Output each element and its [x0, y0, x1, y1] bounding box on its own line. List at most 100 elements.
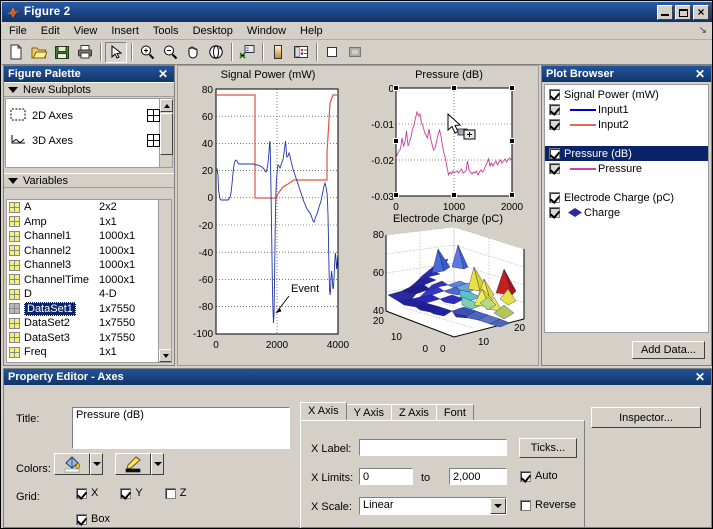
box-checkbox-row[interactable]: Box: [76, 513, 110, 525]
plot-item-charge[interactable]: Charge: [545, 205, 708, 220]
edge-color-control[interactable]: [115, 453, 164, 475]
resize-handle-w[interactable]: [393, 138, 399, 144]
visibility-checkbox[interactable]: [549, 104, 560, 115]
list-item-selected[interactable]: DataSet1 1x7550: [7, 301, 157, 317]
x-limit-max-input[interactable]: [449, 468, 507, 485]
visibility-checkbox[interactable]: [549, 119, 560, 130]
visibility-checkbox[interactable]: [549, 192, 560, 203]
section-new-subplots[interactable]: New Subplots: [4, 82, 174, 97]
pan-hand-icon[interactable]: [182, 42, 204, 63]
resize-handle-n[interactable]: [451, 85, 457, 91]
list-item[interactable]: Channel2 1000x1: [7, 244, 157, 259]
list-item[interactable]: DataSet3 1x7550: [7, 331, 157, 346]
list-item[interactable]: A 2x2: [7, 200, 157, 215]
list-item[interactable]: Channel3 1000x1: [7, 258, 157, 273]
paint-bucket-icon[interactable]: [54, 453, 90, 475]
x-reverse-checkbox[interactable]: [520, 499, 531, 511]
menu-item-desktop[interactable]: Desktop: [186, 24, 240, 38]
menu-item-tools[interactable]: Tools: [146, 24, 186, 38]
subplot-3d-axes-row[interactable]: 3D Axes: [6, 128, 172, 153]
plot-browser-list[interactable]: Signal Power (mW) Input1 Input2 Pressure…: [544, 84, 709, 333]
hide-plot-tools-icon[interactable]: [321, 42, 343, 63]
list-item[interactable]: D 4-D: [7, 287, 157, 302]
x-reverse-checkbox-row[interactable]: Reverse: [520, 499, 576, 511]
insert-legend-icon[interactable]: [236, 42, 258, 63]
variables-list[interactable]: A 2x2 Amp 1x1 Channel1 1000x1 Channel2 1…: [6, 199, 172, 363]
maximize-button[interactable]: [675, 4, 691, 20]
list-item[interactable]: Freq 1x1: [7, 345, 157, 360]
docking-icon[interactable]: [344, 42, 366, 63]
fill-color-dropdown-arrow-icon[interactable]: [90, 453, 103, 475]
box-checkbox[interactable]: [76, 513, 87, 525]
close-button[interactable]: ×: [693, 4, 709, 20]
grid-z-checkbox-row[interactable]: Z: [164, 487, 186, 499]
menu-item-insert[interactable]: Insert: [104, 24, 146, 38]
menu-overflow-arrow-icon[interactable]: ↘: [699, 25, 712, 36]
x-label-input[interactable]: [359, 439, 507, 456]
plot-item-pressure[interactable]: Pressure: [545, 161, 708, 176]
resize-handle-sw[interactable]: [393, 192, 399, 198]
scroll-thumb[interactable]: [160, 113, 173, 155]
x-limit-min-input[interactable]: [359, 468, 413, 485]
plot-item-input2[interactable]: Input2: [545, 117, 708, 132]
open-file-icon[interactable]: [28, 42, 50, 63]
chevron-down-icon[interactable]: [490, 498, 506, 514]
pressure-axes[interactable]: Pressure (dB) 0 -0.01 -0.02 -0.03 0 1000…: [358, 66, 538, 213]
electrode-charge-axes[interactable]: Electrode Charge (pC) 80 60 40 20 10 0 0…: [356, 211, 538, 365]
visibility-checkbox[interactable]: [549, 89, 560, 100]
close-icon[interactable]: ✕: [693, 67, 707, 81]
grid-layout-icon[interactable]: [147, 109, 160, 122]
rotate-3d-icon[interactable]: [205, 42, 227, 63]
new-figure-icon[interactable]: [5, 42, 27, 63]
subplot-2d-axes-row[interactable]: 2D Axes: [6, 103, 172, 128]
x-scale-select[interactable]: Linear: [359, 497, 507, 515]
menu-item-file[interactable]: File: [2, 24, 34, 38]
resize-handle-s[interactable]: [451, 192, 457, 198]
show-plot-tools-icon[interactable]: [290, 42, 312, 63]
signal-power-axes[interactable]: Signal Power (mW) Event 80 60 40 20 0 -2…: [178, 66, 358, 365]
edge-color-dropdown-arrow-icon[interactable]: [151, 453, 164, 475]
zoom-out-icon[interactable]: [159, 42, 181, 63]
menu-item-edit[interactable]: Edit: [34, 24, 67, 38]
save-figure-icon[interactable]: [51, 42, 73, 63]
grid-y-checkbox[interactable]: [120, 487, 132, 499]
plot-group-signal-power[interactable]: Signal Power (mW): [545, 87, 708, 102]
menu-item-help[interactable]: Help: [293, 24, 330, 38]
x-auto-checkbox-row[interactable]: Auto: [520, 470, 558, 482]
grid-z-checkbox[interactable]: [164, 487, 176, 499]
fill-color-control[interactable]: [54, 453, 103, 475]
grid-x-checkbox-row[interactable]: X: [76, 487, 98, 499]
edit-plot-arrow-icon[interactable]: [105, 41, 127, 63]
figure-canvas[interactable]: Signal Power (mW) Event 80 60 40 20 0 -2…: [177, 65, 539, 366]
resize-handle-nw[interactable]: [393, 85, 399, 91]
close-icon[interactable]: ✕: [156, 67, 170, 81]
resize-handle-ne[interactable]: [509, 85, 515, 91]
resize-handle-e[interactable]: [509, 138, 515, 144]
minimize-button[interactable]: [657, 4, 673, 20]
list-item[interactable]: Amp 1x1: [7, 215, 157, 230]
plot-group-pressure[interactable]: Pressure (dB): [545, 146, 708, 161]
print-figure-icon[interactable]: [74, 42, 96, 63]
visibility-checkbox[interactable]: [549, 148, 560, 159]
scroll-up-button[interactable]: [160, 99, 173, 112]
tab-font[interactable]: Font: [435, 404, 474, 421]
list-item[interactable]: ChannelTime 1000x1: [7, 273, 157, 288]
resize-handle-se[interactable]: [509, 192, 515, 198]
section-variables[interactable]: Variables: [4, 173, 174, 188]
tab-y-axis[interactable]: Y Axis: [345, 404, 392, 421]
ticks-button[interactable]: Ticks...: [519, 438, 577, 458]
title-input[interactable]: [72, 407, 290, 449]
grid-y-checkbox-row[interactable]: Y: [120, 487, 143, 499]
variables-scrollbar[interactable]: [158, 200, 171, 362]
scroll-down-button[interactable]: [159, 349, 171, 362]
menu-item-view[interactable]: View: [67, 24, 105, 38]
menu-item-window[interactable]: Window: [240, 24, 293, 38]
inspector-button[interactable]: Inspector...: [591, 407, 701, 428]
close-icon[interactable]: ✕: [693, 370, 707, 384]
subplots-scrollbar[interactable]: [159, 99, 173, 167]
tab-x-axis[interactable]: X Axis: [300, 402, 347, 420]
marker-pen-icon[interactable]: [115, 453, 151, 475]
zoom-in-icon[interactable]: [136, 42, 158, 63]
plot-item-input1[interactable]: Input1: [545, 102, 708, 117]
visibility-checkbox[interactable]: [549, 163, 560, 174]
